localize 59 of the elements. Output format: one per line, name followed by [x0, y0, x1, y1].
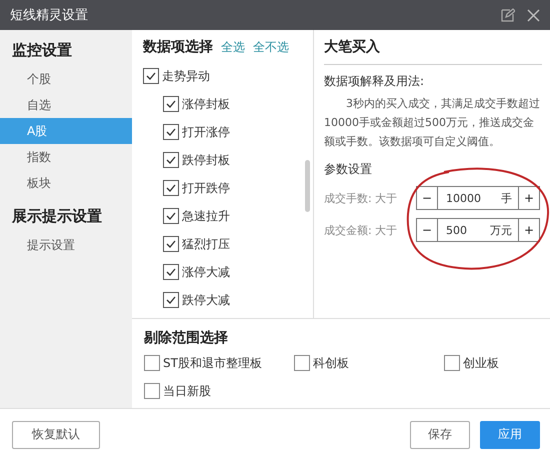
tree-item-label: 跌停封板	[182, 152, 230, 168]
checkbox[interactable]	[163, 264, 179, 280]
tree-item-label: 猛烈打压	[182, 236, 230, 252]
tree-item-label: 打开涨停	[182, 124, 230, 140]
sidebar-heading: 展示提示设置	[10, 206, 103, 227]
checkbox[interactable]	[144, 355, 160, 371]
checkbox[interactable]	[163, 96, 179, 112]
detail-title: 大笔买入	[324, 38, 542, 65]
usage-heading: 数据项解释及用法:	[324, 73, 426, 90]
usage-text: 3秒内的买入成交，其满足成交手数超过10000手或金额超过500万元，推送成交金额或手数。该数据项可自定义阈值。	[324, 96, 541, 150]
params-heading: 参数设置	[324, 161, 373, 178]
tree-item-label: 跌停大减	[182, 292, 230, 308]
checkbox[interactable]	[144, 383, 160, 399]
checkbox[interactable]	[163, 236, 179, 252]
footer-button[interactable]: 保存	[410, 420, 470, 448]
close-icon[interactable]	[527, 8, 540, 22]
checkbox[interactable]	[444, 355, 460, 371]
check-icon	[165, 154, 177, 166]
checkbox[interactable]	[163, 124, 179, 140]
checkbox[interactable]	[163, 152, 179, 168]
sidebar-heading: 监控设置	[11, 40, 73, 61]
check-icon	[165, 266, 177, 278]
footer-button[interactable]: 恢复默认	[12, 420, 100, 448]
param-label: 成交金额: 大于	[324, 222, 398, 238]
param-label: 成交手数: 大于	[324, 190, 398, 206]
section-title: 数据项选择	[143, 38, 213, 56]
section-title: 剔除范围选择	[144, 329, 229, 347]
check-icon	[165, 238, 177, 250]
option-label: 创业板	[463, 354, 499, 372]
sidebar-item[interactable]: 板块	[0, 170, 132, 196]
checkbox[interactable]	[143, 68, 159, 84]
tree-item-label: 走势异动	[162, 68, 210, 84]
tree-item-label: 涨停封板	[182, 96, 230, 112]
edit-icon[interactable]	[501, 8, 515, 22]
check-icon	[165, 98, 177, 110]
apply-button[interactable]: 应用	[480, 420, 540, 448]
check-icon	[145, 70, 157, 82]
checkbox[interactable]	[163, 208, 179, 224]
option-label: 科创板	[313, 354, 349, 372]
checkbox[interactable]	[163, 292, 179, 308]
select-none-link[interactable]: 全不选	[253, 39, 289, 56]
option-label: ST股和退市整理板	[163, 354, 262, 372]
checkbox[interactable]	[163, 180, 179, 196]
checkbox[interactable]	[294, 355, 310, 371]
tree-item-label: 急速拉升	[182, 208, 230, 224]
check-icon	[165, 294, 177, 306]
option-label: 当日新股	[163, 382, 211, 400]
sidebar-item[interactable]: 自选	[0, 92, 132, 118]
select-all-link[interactable]: 全选	[221, 39, 245, 56]
check-icon	[165, 182, 177, 194]
tree-item-label: 打开跌停	[182, 180, 230, 196]
check-icon	[165, 210, 177, 222]
tree-item-label: 涨停大减	[182, 264, 230, 280]
check-icon	[165, 126, 177, 138]
sidebar-item[interactable]: 指数	[0, 144, 132, 170]
window-title: 短线精灵设置	[10, 7, 88, 24]
scrollbar-thumb[interactable]	[305, 160, 310, 212]
sidebar-item[interactable]: 提示设置	[0, 232, 132, 258]
sidebar-item[interactable]: 个股	[0, 66, 132, 92]
